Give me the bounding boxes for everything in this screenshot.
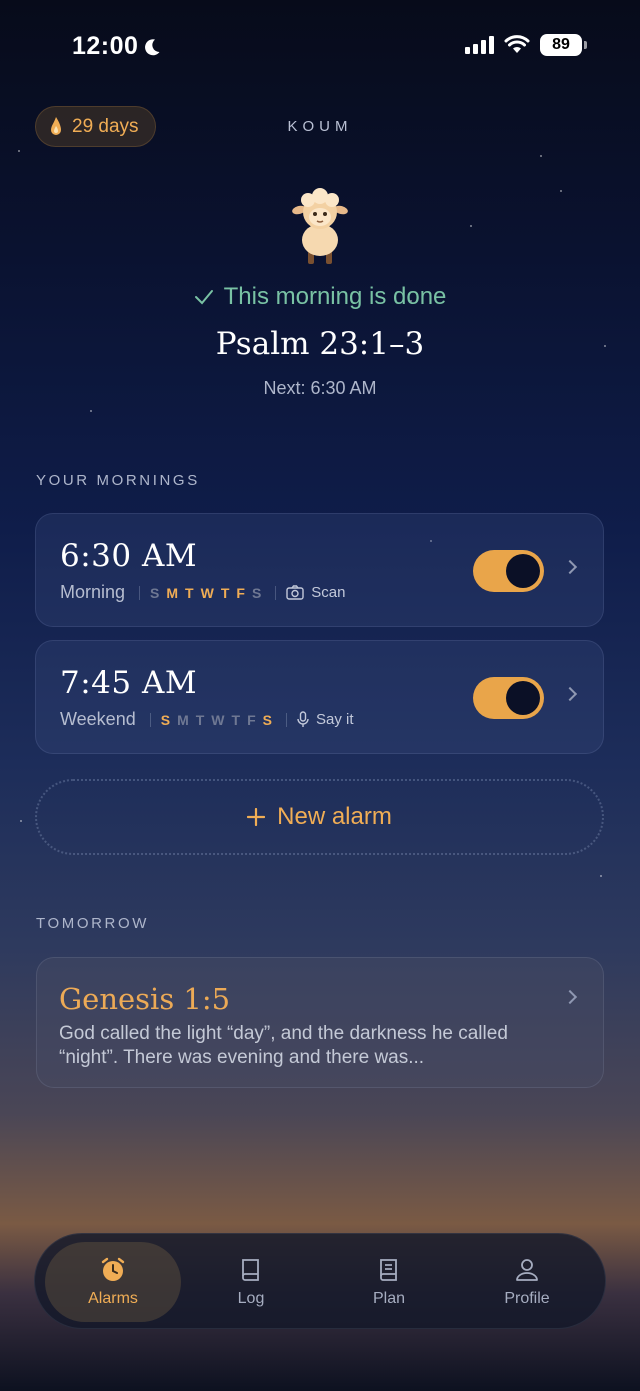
tab-label: Profile — [504, 1290, 550, 1307]
status-time: 12:00 — [72, 32, 162, 61]
new-alarm-label: New alarm — [277, 803, 392, 830]
alarm-card-morning[interactable]: 6:30 AM Morning S M T W T F S Scan — [35, 513, 604, 627]
alarm-card-weekend[interactable]: 7:45 AM Weekend S M T W T F S Say it — [35, 640, 604, 754]
alarm-name: Morning — [60, 582, 126, 602]
alarm-time: 7:45 AM — [60, 665, 198, 701]
chevron-right-icon — [562, 989, 578, 1005]
day-wed: W — [200, 584, 214, 601]
tab-label: Alarms — [88, 1290, 138, 1307]
lamb-mascot — [292, 188, 348, 264]
day-tue: T — [185, 584, 194, 601]
tab-bar: Alarms Log Plan Profile — [34, 1233, 606, 1329]
completion-status: This morning is done — [0, 283, 640, 311]
alarm-name: Weekend — [60, 709, 136, 729]
section-tomorrow: TOMORROW — [36, 915, 150, 932]
next-alarm-text: Next: 6:30 AM — [263, 378, 377, 398]
day-sun: S — [150, 584, 160, 601]
tab-profile[interactable]: Profile — [459, 1242, 595, 1322]
plan-book-icon — [380, 1259, 397, 1281]
app-brand: KOUM — [287, 118, 353, 135]
alarm-weekdays: S M T W T F S — [161, 712, 272, 728]
tab-label: Log — [237, 1290, 265, 1307]
alarm-time: 6:30 AM — [60, 538, 198, 574]
new-alarm-button[interactable]: New alarm — [35, 779, 604, 855]
checkmark-icon — [194, 290, 213, 305]
day-fri: F — [247, 711, 256, 728]
status-bar: 12:00 89 — [0, 0, 640, 96]
chevron-right-icon — [562, 559, 578, 575]
chevron-right-icon — [562, 686, 578, 702]
tab-label: Plan — [372, 1290, 406, 1307]
day-fri: F — [236, 584, 245, 601]
day-mon: M — [177, 711, 189, 728]
alarm-mode: Say it — [297, 711, 354, 728]
tab-alarms[interactable]: Alarms — [45, 1242, 181, 1322]
day-sat: S — [262, 711, 272, 728]
tomorrow-verse-text: God called the light “day”, and the dark… — [59, 1023, 508, 1068]
tab-plan[interactable]: Plan — [321, 1242, 457, 1322]
tomorrow-verse-card[interactable]: Genesis 1:5 God called the light “day”, … — [36, 957, 604, 1088]
day-mon: M — [166, 584, 179, 601]
day-sat: S — [251, 584, 262, 601]
alarm-mode: Scan — [286, 584, 346, 601]
day-thu: T — [231, 711, 241, 728]
section-your-mornings: YOUR MORNINGS — [36, 472, 200, 489]
day-sun: S — [160, 711, 171, 728]
plus-icon — [247, 808, 266, 826]
cellular-signal-icon — [465, 36, 494, 54]
camera-icon — [286, 585, 304, 600]
battery-indicator: 89 — [540, 34, 587, 56]
book-icon — [242, 1259, 259, 1281]
alarm-clock-icon — [101, 1257, 125, 1281]
alarm-weekdays: S M T W T F S — [150, 585, 261, 601]
day-thu: T — [220, 584, 230, 601]
person-icon — [516, 1259, 538, 1281]
tomorrow-verse-reference: Genesis 1:5 — [59, 982, 231, 1016]
day-wed: W — [211, 711, 225, 728]
day-tue: T — [195, 711, 205, 728]
moon-icon — [145, 38, 160, 55]
wifi-icon — [504, 35, 530, 53]
tab-log[interactable]: Log — [183, 1242, 319, 1322]
microphone-icon — [297, 711, 309, 727]
alarm-toggle[interactable] — [473, 550, 544, 592]
alarm-toggle[interactable] — [473, 677, 544, 719]
today-verse-reference[interactable]: Psalm 23:1–3 — [0, 326, 640, 362]
